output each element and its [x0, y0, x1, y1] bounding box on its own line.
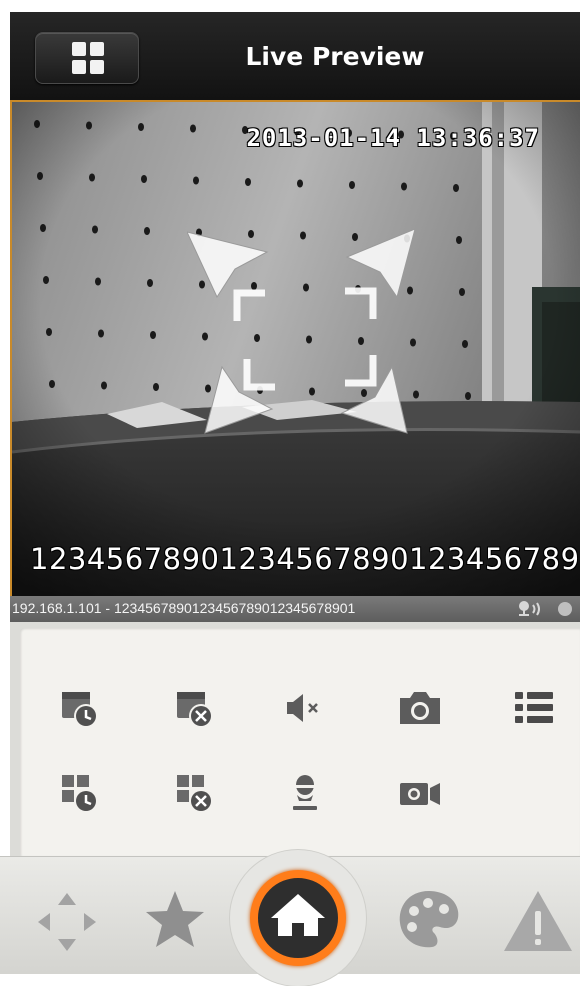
- expand-arrows-icon[interactable]: [187, 227, 427, 437]
- osd-channel-text: 1234567890123456789012345678901: [30, 542, 580, 576]
- stop-record-button[interactable]: [165, 678, 225, 738]
- direction-pad-icon[interactable]: [32, 887, 102, 957]
- palette-icon[interactable]: [392, 883, 466, 957]
- multi-clock-icon: [62, 775, 98, 813]
- schedule-all-button[interactable]: [50, 763, 110, 823]
- home-icon: [271, 894, 325, 936]
- home-button[interactable]: [250, 870, 346, 966]
- status-bar: 192.168.1.101 - 123456789012345678901234…: [10, 596, 580, 622]
- speaker-mute-icon: [287, 694, 318, 722]
- control-panel: [10, 622, 580, 856]
- page-title: Live Preview: [245, 42, 425, 71]
- microphone-icon: [293, 775, 317, 810]
- record-cancel-icon: [177, 692, 213, 728]
- list-button[interactable]: [505, 678, 565, 738]
- menu-button[interactable]: [35, 32, 139, 84]
- snapshot-button[interactable]: [390, 678, 450, 738]
- list-icon: [515, 692, 553, 723]
- warning-icon[interactable]: [500, 885, 576, 957]
- mute-button[interactable]: [275, 678, 335, 738]
- bottom-navigation: [0, 850, 580, 986]
- app-header: Live Preview: [10, 12, 580, 102]
- intercom-icon: [519, 601, 540, 616]
- schedule-record-button[interactable]: [50, 678, 110, 738]
- device-address: 192.168.1.101 - 123456789012345678901234…: [12, 600, 356, 616]
- video-timestamp: 2013-01-14 13:36:37: [246, 124, 540, 152]
- video-camera-icon: [400, 783, 440, 805]
- multi-cancel-icon: [177, 775, 213, 813]
- camera-icon: [400, 692, 440, 724]
- intercom-button[interactable]: [275, 763, 335, 823]
- clock-record-icon: [62, 692, 98, 728]
- video-record-button[interactable]: [390, 763, 450, 823]
- star-icon[interactable]: [140, 885, 210, 955]
- status-dot-icon: [558, 602, 572, 616]
- stop-all-button[interactable]: [165, 763, 225, 823]
- live-video-view[interactable]: 2013-01-14 13:36:37 12345678901234567890…: [10, 102, 580, 596]
- grid-icon: [72, 42, 104, 74]
